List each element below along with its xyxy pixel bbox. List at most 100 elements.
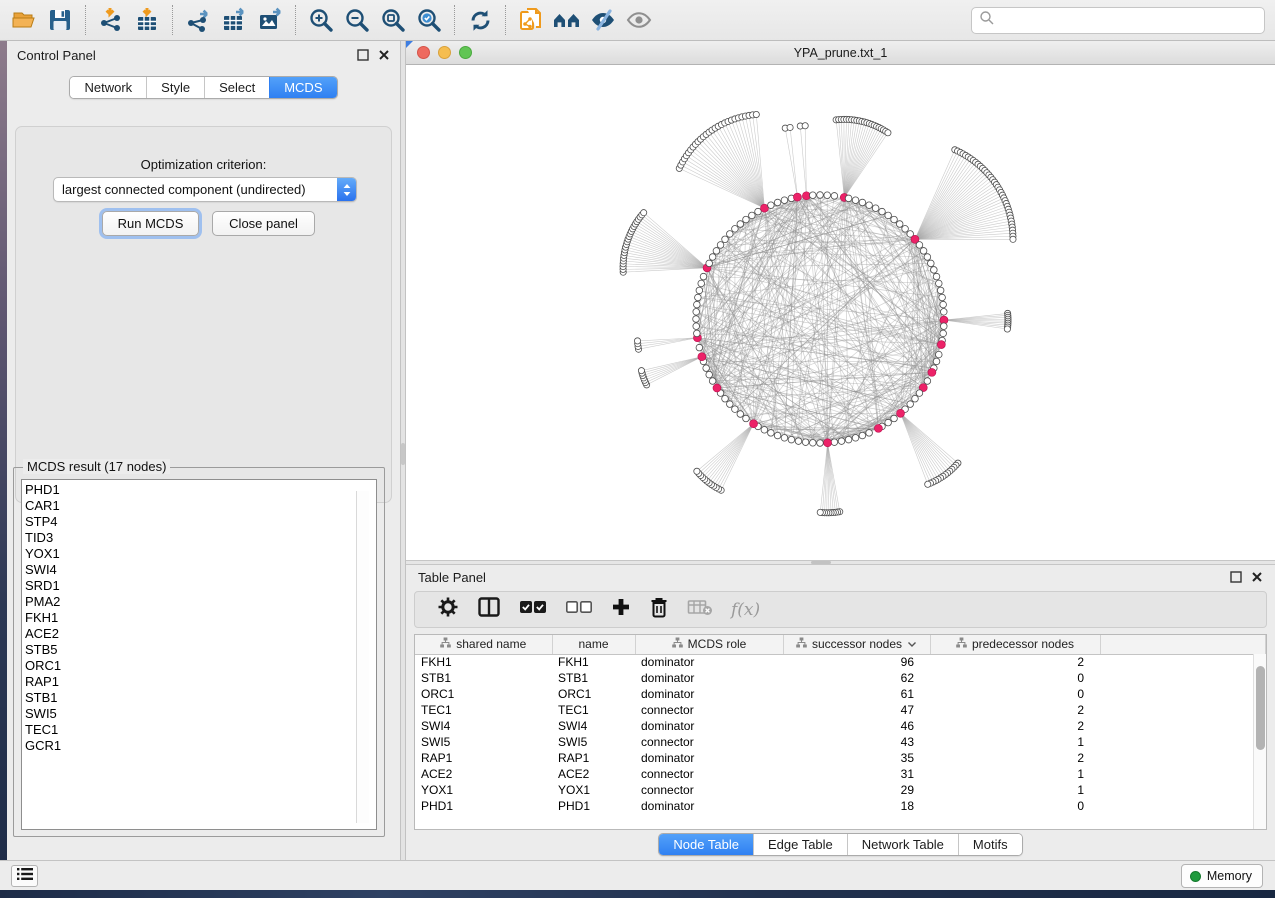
cell-mcds_role[interactable]: connector: [635, 766, 783, 782]
unselect-all-columns-button[interactable]: [565, 599, 593, 620]
zoom-in-button[interactable]: [303, 3, 339, 37]
leaf-node[interactable]: [694, 468, 700, 474]
ring-node[interactable]: [907, 401, 914, 408]
ring-node[interactable]: [696, 287, 703, 294]
cell-shared_name[interactable]: FKH1: [415, 654, 552, 670]
close-panel-icon[interactable]: [1251, 571, 1263, 583]
ring-node[interactable]: [802, 439, 809, 446]
save-session-button[interactable]: [42, 3, 78, 37]
refresh-layout-button[interactable]: [462, 3, 498, 37]
float-panel-icon[interactable]: [1230, 571, 1242, 583]
leaf-node[interactable]: [641, 210, 647, 216]
ring-node[interactable]: [933, 273, 940, 280]
ring-node[interactable]: [937, 287, 944, 294]
show-column-panel-button[interactable]: [477, 596, 501, 623]
cell-shared_name[interactable]: TEC1: [415, 702, 552, 718]
ring-node[interactable]: [694, 301, 701, 308]
ring-node[interactable]: [722, 236, 729, 243]
ring-node[interactable]: [693, 323, 700, 330]
mcds-result-item[interactable]: PMA2: [25, 594, 376, 610]
ring-node[interactable]: [737, 221, 744, 228]
cell-successor[interactable]: 18: [783, 798, 930, 814]
ring-node[interactable]: [891, 216, 898, 223]
cell-name[interactable]: YOX1: [552, 782, 635, 798]
ring-node[interactable]: [698, 280, 705, 287]
dominator-node[interactable]: [824, 439, 832, 447]
cell-shared_name[interactable]: SWI5: [415, 734, 552, 750]
cell-successor[interactable]: 35: [783, 750, 930, 766]
cell-successor[interactable]: 62: [783, 670, 930, 686]
tab-network[interactable]: Network: [70, 77, 146, 98]
ring-node[interactable]: [795, 438, 802, 445]
ring-node[interactable]: [885, 419, 892, 426]
column-header-MCDS-role[interactable]: MCDS role: [635, 635, 783, 654]
dominator-node[interactable]: [698, 353, 706, 361]
column-header-successor-nodes[interactable]: successor nodes: [783, 635, 930, 654]
leaf-node[interactable]: [638, 368, 644, 374]
ring-node[interactable]: [781, 434, 788, 441]
cell-shared_name[interactable]: SWI4: [415, 718, 552, 734]
leaf-node[interactable]: [802, 123, 808, 129]
ring-node[interactable]: [722, 395, 729, 402]
cell-predecessor[interactable]: 2: [930, 654, 1100, 670]
ring-node[interactable]: [866, 430, 873, 437]
ring-node[interactable]: [737, 411, 744, 418]
import-table-button[interactable]: [129, 3, 165, 37]
mcds-result-item[interactable]: STB1: [25, 690, 376, 706]
cell-name[interactable]: STB1: [552, 670, 635, 686]
ring-node[interactable]: [845, 195, 852, 202]
mcds-result-item[interactable]: STB5: [25, 642, 376, 658]
ring-node[interactable]: [695, 294, 702, 301]
mcds-result-item[interactable]: SWI5: [25, 706, 376, 722]
ring-node[interactable]: [755, 208, 762, 215]
ring-node[interactable]: [809, 192, 816, 199]
ring-node[interactable]: [693, 308, 700, 315]
tab-mcds[interactable]: MCDS: [269, 77, 336, 98]
cell-predecessor[interactable]: 1: [930, 782, 1100, 798]
leaf-node[interactable]: [885, 130, 891, 136]
ring-node[interactable]: [859, 199, 866, 206]
cell-successor[interactable]: 61: [783, 686, 930, 702]
ring-node[interactable]: [703, 365, 710, 372]
ring-node[interactable]: [768, 202, 775, 209]
ring-node[interactable]: [809, 439, 816, 446]
cell-name[interactable]: ACE2: [552, 766, 635, 782]
cell-name[interactable]: ORC1: [552, 686, 635, 702]
leaf-node[interactable]: [925, 481, 931, 487]
ring-node[interactable]: [713, 248, 720, 255]
cell-name[interactable]: SWI5: [552, 734, 635, 750]
run-mcds-button[interactable]: Run MCDS: [102, 211, 199, 236]
hide-selected-button[interactable]: [585, 3, 621, 37]
cell-predecessor[interactable]: 2: [930, 702, 1100, 718]
cell-shared_name[interactable]: PHD1: [415, 798, 552, 814]
leaf-node[interactable]: [1010, 236, 1016, 242]
table-row[interactable]: YOX1YOX1connector291: [415, 782, 1266, 798]
ring-node[interactable]: [831, 193, 838, 200]
leaf-node[interactable]: [817, 509, 823, 515]
ring-node[interactable]: [727, 401, 734, 408]
table-row[interactable]: ACE2ACE2connector311: [415, 766, 1266, 782]
cell-successor[interactable]: 43: [783, 734, 930, 750]
cell-mcds_role[interactable]: dominator: [635, 798, 783, 814]
cell-mcds_role[interactable]: dominator: [635, 654, 783, 670]
ring-node[interactable]: [866, 202, 873, 209]
cell-shared_name[interactable]: STB1: [415, 670, 552, 686]
network-window-titlebar[interactable]: YPA_prune.txt_1: [406, 41, 1275, 65]
close-panel-button[interactable]: Close panel: [212, 211, 315, 236]
ring-node[interactable]: [761, 427, 768, 434]
export-network-button[interactable]: [180, 3, 216, 37]
ring-node[interactable]: [924, 254, 931, 261]
cell-successor[interactable]: 29: [783, 782, 930, 798]
tab-style[interactable]: Style: [146, 77, 204, 98]
tab-network-table[interactable]: Network Table: [847, 834, 958, 855]
cell-shared_name[interactable]: ACE2: [415, 766, 552, 782]
ring-node[interactable]: [845, 436, 852, 443]
ring-node[interactable]: [931, 267, 938, 274]
import-network-button[interactable]: [93, 3, 129, 37]
dominator-node[interactable]: [937, 341, 945, 349]
cell-name[interactable]: PHD1: [552, 798, 635, 814]
ring-node[interactable]: [852, 434, 859, 441]
ring-node[interactable]: [732, 226, 739, 233]
ring-node[interactable]: [774, 199, 781, 206]
table-row[interactable]: RAP1RAP1dominator352: [415, 750, 1266, 766]
